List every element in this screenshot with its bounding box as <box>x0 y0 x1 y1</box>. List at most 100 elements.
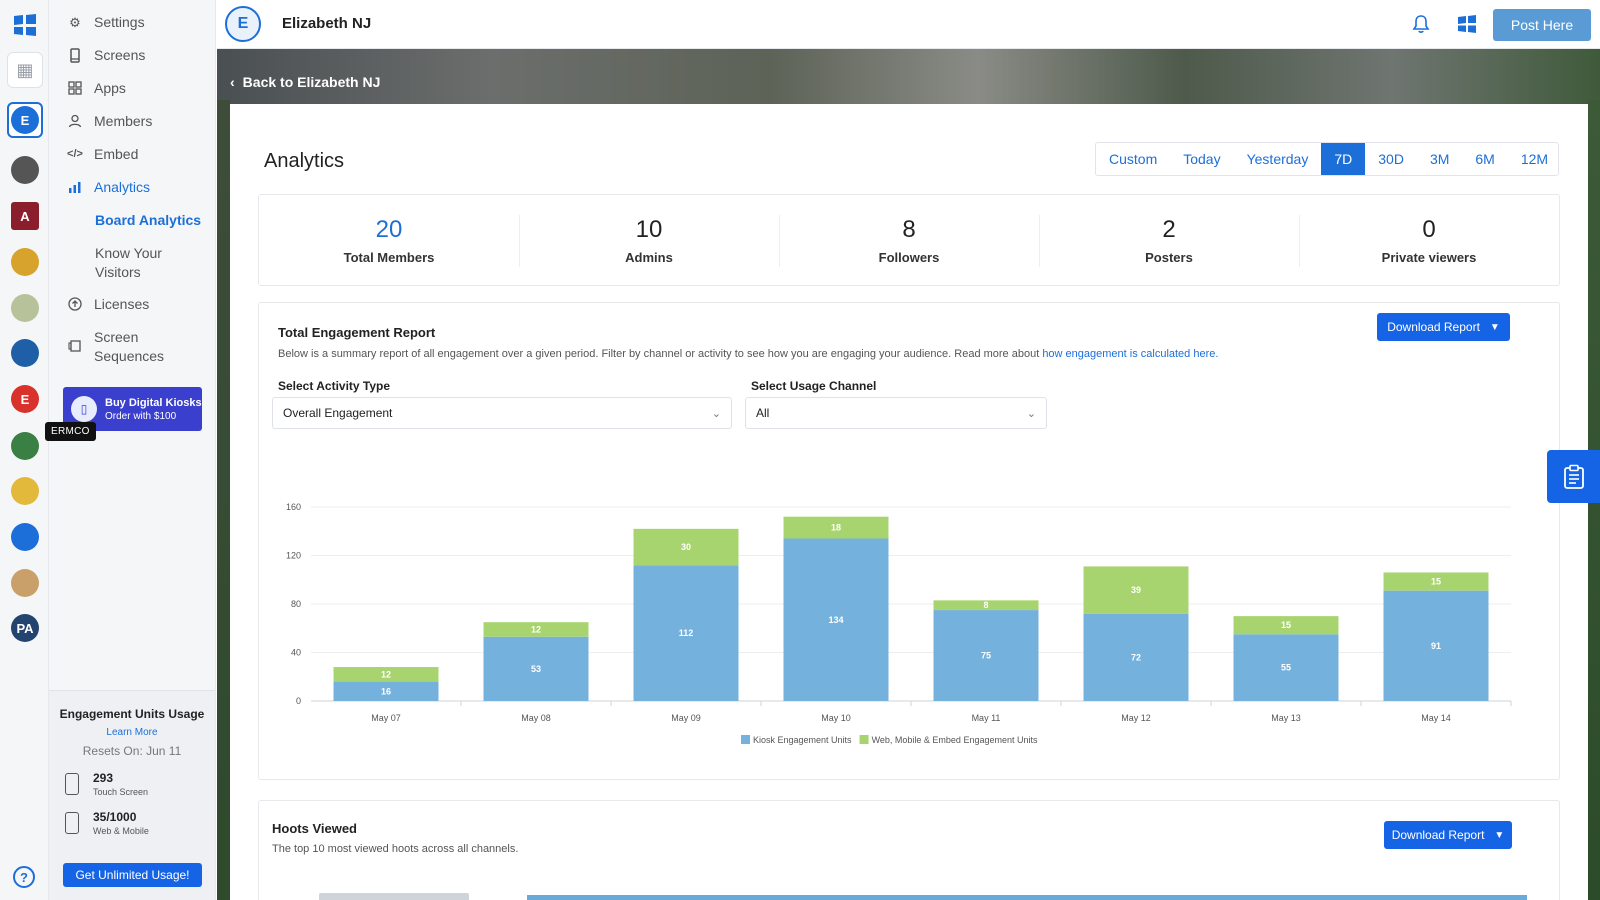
tab-yesterday[interactable]: Yesterday <box>1234 143 1322 175</box>
data-label: 30 <box>681 542 691 552</box>
clipboard-tab[interactable] <box>1547 450 1600 503</box>
sidebar-subitem-board-analytics[interactable]: Board Analytics <box>95 211 201 230</box>
org-org-4[interactable]: A <box>7 198 43 234</box>
brand-logo-icon[interactable] <box>12 12 38 38</box>
download-report-label: Download Report <box>1391 828 1485 842</box>
sidebar-item-analytics[interactable]: Analytics <box>67 178 150 197</box>
sidebar: ⚙ Settings Screens Apps Members </> Embe… <box>49 0 216 900</box>
code-icon: </> <box>67 147 83 160</box>
tab-3m[interactable]: 3M <box>1417 143 1462 175</box>
org-avatar <box>11 339 39 367</box>
engagement-title: Total Engagement Report <box>278 325 436 340</box>
gear-icon: ⚙ <box>69 14 81 30</box>
upload-circle-icon <box>67 296 83 312</box>
tab-30d[interactable]: 30D <box>1365 143 1417 175</box>
get-unlimited-usage-button[interactable]: Get Unlimited Usage! <box>63 863 202 887</box>
org-rail: ▦ E A E PA ? <box>0 0 49 900</box>
org-columbia[interactable] <box>7 335 43 371</box>
x-tick-label: May 11 <box>972 713 1001 723</box>
sidebar-item-label: Members <box>94 113 153 129</box>
tablet-icon <box>67 47 83 63</box>
org-org-6[interactable] <box>7 290 43 326</box>
tab-today[interactable]: Today <box>1170 143 1233 175</box>
sidebar-item-members[interactable]: Members <box>67 112 152 131</box>
apps-grid-icon <box>67 80 83 96</box>
stat-label: Posters <box>1145 249 1193 265</box>
user-icon <box>67 113 83 129</box>
tab-custom[interactable]: Custom <box>1096 143 1170 175</box>
usage-panel: Engagement Units Usage Learn More Resets… <box>49 690 215 900</box>
chevron-down-icon: ▼ <box>1489 321 1500 333</box>
activity-type-select[interactable]: Overall Engagement ⌄ <box>272 397 732 429</box>
hoots-download-button[interactable]: Download Report ▼ <box>1384 821 1512 849</box>
engagement-calc-link[interactable]: how engagement is calculated here. <box>1042 348 1218 360</box>
engagement-chart: 0 40 80 120 160 16 12 May 07 53 12 May 08 112 30 May … <box>286 502 1512 745</box>
y-tick-label: 0 <box>296 696 301 706</box>
usage-title: Engagement Units Usage <box>59 707 205 721</box>
org-org-12[interactable] <box>7 565 43 601</box>
chevron-down-icon: ⌄ <box>711 407 721 420</box>
sidebar-subitem-know-your-visitors[interactable]: Know Your Visitors <box>95 244 185 282</box>
org-ermco[interactable]: E <box>7 381 43 417</box>
top-bar: E Elizabeth NJ Post Here <box>217 0 1600 49</box>
x-tick-label: May 14 <box>1421 713 1451 723</box>
data-label: 39 <box>1131 585 1141 595</box>
touch-screen-usage: 293 Touch Screen <box>65 771 148 797</box>
web-mobile-value: 35/1000 <box>93 810 137 824</box>
download-report-label: Download Report <box>1387 320 1480 334</box>
data-label: 134 <box>828 615 843 625</box>
data-label: 15 <box>1431 577 1441 587</box>
stat-label: Admins <box>625 249 673 265</box>
sidebar-item-label: Licenses <box>94 296 150 312</box>
brand-icon[interactable] <box>1457 14 1477 34</box>
learn-more-link[interactable]: Learn More <box>49 727 215 738</box>
org-org-11[interactable] <box>7 519 43 555</box>
org-elizabeth[interactable]: E <box>7 102 43 138</box>
stat-followers: 8 Followers <box>779 195 1039 285</box>
org-org-3[interactable] <box>7 152 43 188</box>
org-avatar: E <box>11 385 39 413</box>
y-tick-label: 80 <box>291 599 301 609</box>
stat-value: 2 <box>1162 215 1176 243</box>
tab-7d[interactable]: 7D <box>1321 143 1366 175</box>
sidebar-item-embed[interactable]: </> Embed <box>67 145 138 164</box>
download-report-button[interactable]: Download Report ▼ <box>1377 313 1510 341</box>
all-orgs-grid-icon[interactable]: ▦ <box>7 52 43 88</box>
y-tick-label: 40 <box>291 648 301 658</box>
sidebar-item-screens[interactable]: Screens <box>67 46 145 65</box>
sidebar-item-apps[interactable]: Apps <box>67 79 126 98</box>
tab-12m[interactable]: 12M <box>1508 143 1561 175</box>
usage-channel-value: All <box>756 406 770 420</box>
bell-icon[interactable] <box>1411 14 1431 34</box>
sequence-icon <box>67 338 83 354</box>
stat-private-viewers: 0 Private viewers <box>1299 195 1559 285</box>
data-label: 12 <box>531 624 541 634</box>
engagement-description: Below is a summary report of all engagem… <box>278 348 1218 360</box>
x-tick-label: May 13 <box>1271 713 1301 723</box>
back-link[interactable]: ‹ Back to Elizabeth NJ <box>230 74 380 90</box>
org-org-13[interactable]: PA <box>7 610 43 646</box>
legend-swatch-web <box>859 735 869 744</box>
ermco-tooltip: ERMCO <box>45 422 96 441</box>
post-here-button[interactable]: Post Here <box>1493 9 1591 41</box>
org-org-5[interactable] <box>7 244 43 280</box>
org-org-9[interactable] <box>7 428 43 464</box>
data-label: 53 <box>531 664 541 674</box>
sidebar-item-screen-sequences[interactable]: Screen Sequences <box>67 328 174 366</box>
stat-value: 10 <box>635 215 663 243</box>
sidebar-item-licenses[interactable]: Licenses <box>67 295 149 314</box>
tab-6m[interactable]: 6M <box>1462 143 1507 175</box>
touch-screen-icon <box>65 773 79 795</box>
x-tick-label: May 10 <box>821 713 851 723</box>
data-label: 91 <box>1431 641 1441 651</box>
org-org-10[interactable] <box>7 473 43 509</box>
promo-title: Buy Digital Kiosks <box>105 396 202 409</box>
sidebar-item-settings[interactable]: ⚙ Settings <box>67 13 144 32</box>
engagement-desc-text: Below is a summary report of all engagem… <box>278 348 1043 360</box>
org-avatar <box>11 294 39 322</box>
legend-label: Web, Mobile & Embed Engagement Units <box>872 735 1038 745</box>
hoots-description: The top 10 most viewed hoots across all … <box>272 843 519 855</box>
help-icon[interactable]: ? <box>13 866 35 888</box>
usage-channel-select[interactable]: All ⌄ <box>745 397 1047 429</box>
org-logo[interactable]: E <box>225 6 261 42</box>
